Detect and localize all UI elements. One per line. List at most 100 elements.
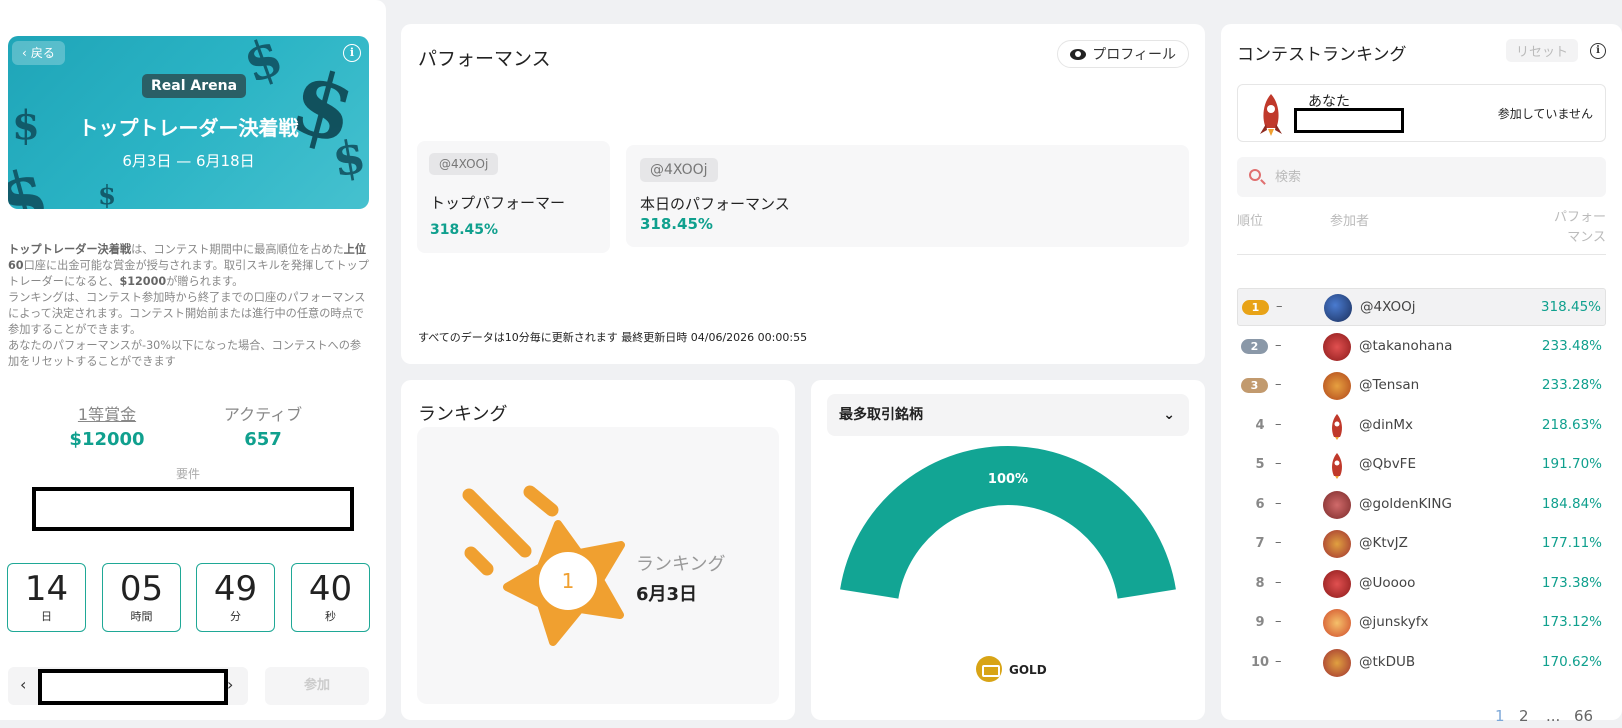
ranking-row[interactable]: 5– @QbvFE 191.70% <box>1237 446 1606 484</box>
join-button[interactable]: 参加 <box>265 667 369 705</box>
page-link-1[interactable]: 1 <box>1495 707 1505 725</box>
rank-number: 1 <box>562 569 575 593</box>
diamond-avatar-icon <box>1323 569 1351 598</box>
info-icon[interactable]: i <box>343 44 361 62</box>
rank-change: – <box>1275 416 1282 432</box>
symbol-gauge-chart: 100% <box>840 446 1176 599</box>
ranking-row[interactable]: 4– @dinMx 218.63% <box>1237 407 1606 445</box>
participant-name[interactable]: @tkDUB <box>1359 654 1415 670</box>
performer-tag[interactable]: @4XOOj <box>640 158 718 182</box>
chevron-left-icon: ‹ <box>22 46 27 60</box>
rank-number: 10 <box>1250 654 1270 670</box>
active-value: 657 <box>244 429 282 450</box>
update-note: すべてのデータは10分毎に更新されます 最終更新日時 04/06/2026 00… <box>418 331 808 344</box>
page-link-2[interactable]: 2 <box>1519 707 1529 725</box>
contest-ranking-panel: コンテストランキング リセット i あなた 参加していません 順位 参加者 パフ… <box>1221 24 1622 725</box>
chevron-left-icon[interactable]: ‹ <box>20 675 26 694</box>
page-link-last[interactable]: 66 <box>1574 707 1593 725</box>
participant-performance: 318.45% <box>1540 299 1601 315</box>
performer-tag[interactable]: @4XOOj <box>429 153 499 175</box>
desc-text: あなたのパフォーマンスが-30%以下になった場合、コンテストへの参加をリセットす… <box>8 339 362 368</box>
rank-change: – <box>1275 614 1282 629</box>
participant-name[interactable]: @Uoooo <box>1359 575 1415 591</box>
chest-avatar-icon <box>1323 648 1351 677</box>
participant-performance: 233.48% <box>1541 337 1602 354</box>
participant-name[interactable]: @junskyfx <box>1359 614 1428 630</box>
redacted-block <box>38 669 228 705</box>
first-prize-value: $12000 <box>69 429 145 450</box>
countdown-unit: 分 <box>230 610 241 623</box>
today-performance-value: 318.45% <box>640 215 713 233</box>
countdown-unit: 秒 <box>325 610 336 623</box>
gold-bars-icon <box>976 656 1002 682</box>
participant-name[interactable]: @QbvFE <box>1359 456 1416 472</box>
col-performance-header-line: マンス <box>1567 230 1606 245</box>
countdown-unit: 時間 <box>130 610 153 623</box>
rank-sub-label: ランキング <box>636 554 726 575</box>
ranking-row[interactable]: 2– @takanohana 233.48% <box>1237 328 1606 366</box>
rank-change: – <box>1275 337 1282 353</box>
contest-title: トップトレーダー決着戦 <box>78 116 299 140</box>
participant-name[interactable]: @4XOOj <box>1360 299 1415 315</box>
countdown-hours: 05 時間 <box>102 563 181 632</box>
info-icon[interactable]: i <box>1590 43 1606 59</box>
arena-badge: Real Arena <box>142 74 247 98</box>
rocket-avatar-icon <box>1260 94 1282 136</box>
ranking-row[interactable]: 8– @Uoooo 173.38% <box>1237 565 1606 603</box>
rank-change: – <box>1275 653 1282 669</box>
top-performer-label: トップパフォーマー <box>430 194 566 212</box>
rocket-avatar-icon <box>1323 412 1351 440</box>
search-icon <box>1249 169 1261 181</box>
ranking-row[interactable]: 6– @goldenKING 184.84% <box>1237 486 1606 524</box>
reset-button[interactable]: リセット <box>1505 39 1578 62</box>
participant-name[interactable]: @takanohana <box>1359 338 1452 354</box>
ranking-row[interactable]: 10– @tkDUB 170.62% <box>1237 644 1606 682</box>
ranking-row[interactable]: 3– @Tensan 233.28% <box>1237 367 1606 405</box>
star-trail <box>523 485 559 517</box>
symbol-name: GOLD <box>1009 663 1047 677</box>
ranking-row[interactable]: 7– @KtvJZ 177.11% <box>1237 525 1606 563</box>
rank-change: – <box>1275 495 1282 511</box>
back-button[interactable]: ‹ 戻る <box>12 41 65 65</box>
rank-change: – <box>1276 299 1283 314</box>
page-ellipsis: ... <box>1546 707 1561 725</box>
participant-performance: 170.62% <box>1541 653 1602 670</box>
rank-medal: 3 <box>1241 378 1268 393</box>
desc-text: が贈られます。 <box>166 275 244 288</box>
participant-name[interactable]: @goldenKING <box>1359 496 1452 512</box>
header-divider <box>1237 254 1606 255</box>
ranking-display: 1 ランキング 6月3日 <box>417 427 779 704</box>
redacted-block <box>1294 108 1404 133</box>
participant-name[interactable]: @KtvJZ <box>1359 535 1408 551</box>
rank-number: 6 <box>1255 496 1265 512</box>
participant-name[interactable]: @dinMx <box>1359 417 1413 433</box>
symbol-dropdown-label: 最多取引銘柄 <box>839 407 923 423</box>
first-prize-label[interactable]: 1等賞金 <box>57 401 157 425</box>
contest-ranking-title: コンテストランキング <box>1237 45 1407 65</box>
ranking-row[interactable]: 1– @4XOOj 318.45% <box>1237 288 1606 326</box>
gauge-percent-label: 100% <box>988 472 1028 487</box>
ranking-row[interactable]: 9– @junskyfx 173.12% <box>1237 604 1606 642</box>
planet-avatar-icon <box>1324 294 1352 322</box>
top-performer-card: @4XOOj トップパフォーマー 318.45% <box>417 141 610 253</box>
countdown-value: 49 <box>213 569 258 609</box>
my-entry-card: あなた 参加していません <box>1237 84 1606 142</box>
participant-name[interactable]: @Tensan <box>1359 377 1419 393</box>
col-performance-header: パフォー マンス <box>1554 208 1606 248</box>
rank-number: 4 <box>1255 417 1265 433</box>
desc-text: は、コンテスト期間中に最高順位を占めた <box>131 243 344 256</box>
star-trail <box>464 546 494 576</box>
active-stat: アクティブ 657 <box>213 401 313 450</box>
redacted-block <box>32 487 354 531</box>
performance-panel: パフォーマンス プロフィール @4XOOj トップパフォーマー 318.45% … <box>401 24 1205 364</box>
search-input[interactable] <box>1275 157 1595 197</box>
profile-button[interactable]: プロフィール <box>1057 40 1189 68</box>
desc-bold: $12000 <box>119 275 167 288</box>
shooting-star-icon: 1 <box>462 485 625 646</box>
participant-performance: 184.84% <box>1541 495 1602 512</box>
countdown-value: 14 <box>24 569 69 609</box>
profile-button-label: プロフィール <box>1092 47 1176 63</box>
chest-avatar-icon <box>1323 530 1351 558</box>
gauge-arc[interactable] <box>840 446 1176 599</box>
person-avatar-icon <box>1323 609 1351 637</box>
